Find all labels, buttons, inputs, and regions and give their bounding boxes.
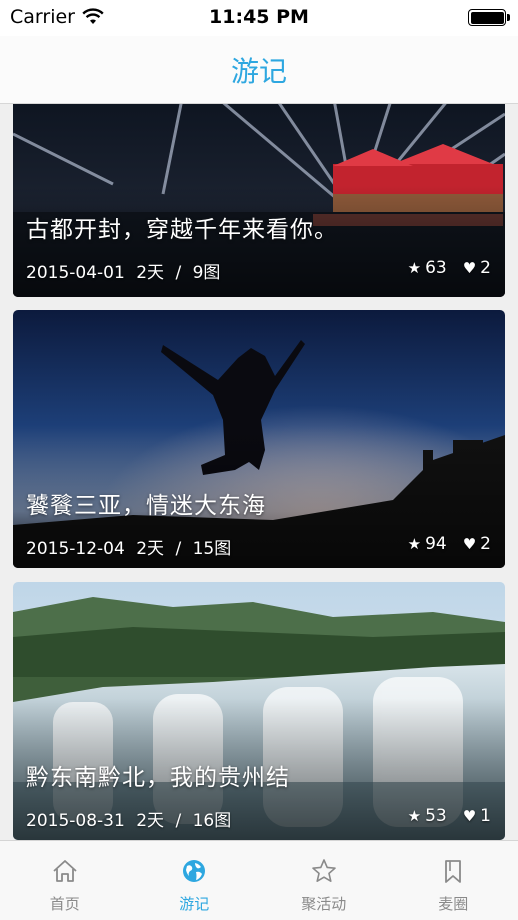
card-meta: 2015-04-01 2天 / 9图 xyxy=(26,258,226,283)
card-star-count: 63 xyxy=(425,258,447,278)
clock: 11:45 PM xyxy=(209,6,309,28)
heart-icon: ♥ xyxy=(462,535,477,553)
card-separator: / xyxy=(175,539,182,559)
star-icon: ★ xyxy=(407,535,422,553)
card-days: 2天 xyxy=(136,539,165,559)
card-like-count: 2 xyxy=(480,258,491,278)
travel-notes-feed[interactable]: 古都开封，穿越千年来看你。 2015-04-01 2天 / 9图 ★ 63 ♥ … xyxy=(0,104,518,840)
tab-bar: 首页 游记 聚活动 麦圈 xyxy=(0,840,518,920)
card-separator: / xyxy=(175,263,182,283)
star-icon: ★ xyxy=(407,259,422,277)
battery-tip xyxy=(507,14,510,21)
card-star-count: 53 xyxy=(425,806,447,826)
globe-icon xyxy=(183,860,206,882)
tab-circle[interactable]: 麦圈 xyxy=(389,841,518,920)
tab-label: 首页 xyxy=(49,895,80,913)
home-icon xyxy=(53,860,77,882)
card-shade xyxy=(13,582,505,840)
card-title: 黔东南黔北，我的贵州结 xyxy=(26,765,290,791)
card-photo-count: 9图 xyxy=(192,263,221,283)
tab-label: 聚活动 xyxy=(301,895,347,913)
card-date: 2015-04-01 xyxy=(26,263,125,283)
page-title: 游记 xyxy=(230,55,287,88)
tab-travel-notes[interactable]: 游记 xyxy=(130,841,260,920)
travel-note-card[interactable]: 饕餮三亚，情迷大东海 2015-12-04 2天 / 15图 ★ 94 ♥ 2 xyxy=(13,310,505,568)
battery-icon xyxy=(468,9,506,26)
navigation-bar: 游记 xyxy=(0,36,518,104)
status-bar: Carrier 11:45 PM xyxy=(0,0,518,36)
card-stats: ★ 53 ♥ 1 xyxy=(408,806,491,826)
card-stats: ★ 94 ♥ 2 xyxy=(408,534,491,554)
star-outline-icon xyxy=(311,859,336,883)
card-title: 饕餮三亚，情迷大东海 xyxy=(26,493,266,519)
card-days: 2天 xyxy=(136,263,165,283)
bookmark-icon xyxy=(445,860,462,883)
tab-label: 游记 xyxy=(179,895,210,913)
travel-note-card[interactable]: 古都开封，穿越千年来看你。 2015-04-01 2天 / 9图 ★ 63 ♥ … xyxy=(13,104,505,297)
card-meta: 2015-12-04 2天 / 15图 xyxy=(26,534,237,559)
heart-icon: ♥ xyxy=(462,259,477,277)
card-like-count: 1 xyxy=(480,806,491,826)
tab-activities[interactable]: 聚活动 xyxy=(259,841,389,920)
star-icon: ★ xyxy=(407,807,422,825)
heart-icon: ♥ xyxy=(462,807,477,825)
card-like-count: 2 xyxy=(480,534,491,554)
card-shade xyxy=(13,310,505,568)
card-title: 古都开封，穿越千年来看你。 xyxy=(26,217,338,243)
card-star-count: 94 xyxy=(425,534,447,554)
tab-home[interactable]: 首页 xyxy=(0,841,130,920)
card-stats: ★ 63 ♥ 2 xyxy=(408,258,491,278)
tab-label: 麦圈 xyxy=(438,895,469,913)
card-photo-count: 15图 xyxy=(192,539,232,559)
card-photo-count: 16图 xyxy=(192,811,232,831)
card-days: 2天 xyxy=(136,811,165,831)
card-date: 2015-12-04 xyxy=(26,539,125,559)
travel-note-card[interactable]: 黔东南黔北，我的贵州结 2015-08-31 2天 / 16图 ★ 53 ♥ 1 xyxy=(13,582,505,840)
card-meta: 2015-08-31 2天 / 16图 xyxy=(26,806,237,831)
card-date: 2015-08-31 xyxy=(26,811,125,831)
card-separator: / xyxy=(175,811,182,831)
